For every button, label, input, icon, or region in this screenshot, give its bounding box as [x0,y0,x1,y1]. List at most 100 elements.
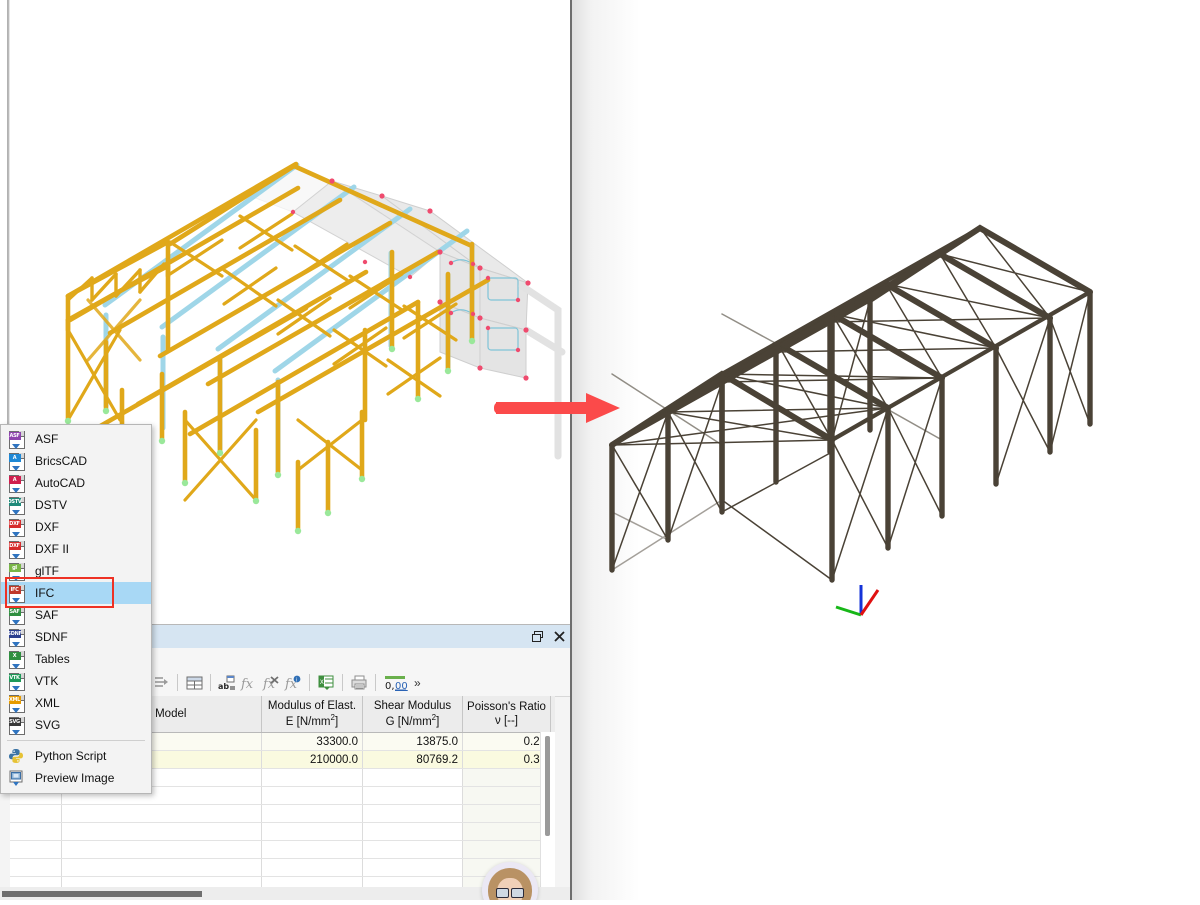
menu-item-asf[interactable]: ASF ASF [1,428,151,450]
table-cell-emod[interactable] [262,787,363,804]
menu-item-svg[interactable]: SVG SVG [1,714,151,736]
menu-item-label: IFC [35,586,55,600]
grid-vertical-scrollbar[interactable] [540,732,555,900]
table-cell-emod[interactable]: 210000.0 [262,751,363,768]
menu-item-label: SAF [35,608,59,622]
printer-icon[interactable] [348,672,370,693]
grid-column-header[interactable]: Shear Modulus G [N/mm2] [363,696,463,732]
menu-item-label: BricsCAD [35,454,88,468]
table-cell-gmod[interactable]: 80769.2 [363,751,463,768]
column-header-line1: Poisson's Ratio [467,700,546,713]
menu-item-label: glTF [35,564,59,578]
menu-item-vtk[interactable]: VTK VTK [1,670,151,692]
table-grid-icon[interactable] [183,672,205,693]
menu-item-python-script[interactable]: Python Script [1,745,151,767]
arrow-right-bars-icon[interactable] [150,672,172,693]
decimal-0-00-icon[interactable]: 0, 00 [381,672,411,693]
table-cell-poisson[interactable] [463,841,551,858]
menu-item-dxf-ii[interactable]: DXF DXF II [1,538,151,560]
menu-item-tables[interactable]: X Tables [1,648,151,670]
left-pane: ab fx fx fx i X 0, 00 » rial Model Modul… [0,0,570,900]
ab-format-icon[interactable]: ab [216,672,238,693]
svg-text:i: i [296,677,297,683]
column-header-line2: E [N/mm2] [285,713,339,728]
table-cell-emod[interactable] [262,823,363,840]
tables-file-icon: X [5,649,27,669]
fx-info-icon[interactable]: fx i [282,672,304,693]
menu-item-dstv[interactable]: DSTV DSTV [1,494,151,516]
menu-item-preview-image[interactable]: Preview Image [1,767,151,789]
menu-item-dxf[interactable]: DXF DXF [1,516,151,538]
close-button[interactable] [548,626,570,648]
menu-item-label: Preview Image [35,771,115,785]
fx-delete-icon[interactable]: fx [260,672,282,693]
table-cell-poisson[interactable]: 0.20 [463,733,551,750]
table-cell-model[interactable] [62,841,262,858]
table-cell-poisson[interactable] [463,805,551,822]
table-cell-gmod[interactable] [363,787,463,804]
saf-file-icon: SAF [5,605,27,625]
table-cell-idx[interactable] [10,859,62,876]
table-cell-emod[interactable] [262,859,363,876]
table-cell-emod[interactable]: 33300.0 [262,733,363,750]
table-cell-emod[interactable] [262,769,363,786]
table-cell-idx[interactable] [10,805,62,822]
table-cell-emod[interactable] [262,841,363,858]
table-cell-gmod[interactable] [363,823,463,840]
table-cell-gmod[interactable]: 13875.0 [363,733,463,750]
menu-item-bricscad[interactable]: A BricsCAD [1,450,151,472]
table-cell-emod[interactable] [262,805,363,822]
table-cell-gmod[interactable] [363,859,463,876]
coordinate-axis-triad [835,585,880,617]
restore-down-button[interactable] [526,626,548,648]
menu-item-ifc[interactable]: IFC IFC [1,582,151,604]
table-row[interactable] [10,859,555,877]
table-cell-poisson[interactable] [463,823,551,840]
excel-icon[interactable]: X [315,672,337,693]
menu-item-label: Python Script [35,749,107,763]
column-header-line1: Modulus of Elast. [267,699,357,712]
xml-file-icon: XML [5,693,27,713]
autocad-file-icon: A [5,473,27,493]
table-cell-model[interactable] [62,805,262,822]
table-cell-idx[interactable] [10,841,62,858]
menu-item-xml[interactable]: XML XML [1,692,151,714]
grid-column-header[interactable]: Modulus of Elast. E [N/mm2] [262,696,363,732]
menu-item-autocad[interactable]: A AutoCAD [1,472,151,494]
svg-text:fx: fx [240,677,254,691]
exported-ifc-viewport[interactable] [570,0,1200,900]
svg-text:X: X [320,679,324,686]
menu-item-sdnf[interactable]: SDNF SDNF [1,626,151,648]
python-icon [5,746,27,766]
fx-icon[interactable]: fx [238,672,260,693]
table-cell-gmod[interactable] [363,805,463,822]
table-row[interactable] [10,841,555,859]
dxf-file-icon: DXF [5,517,27,537]
table-cell-idx[interactable] [10,823,62,840]
table-cell-poisson[interactable] [463,787,551,804]
menu-item-label: AutoCAD [35,476,86,490]
table-cell-model[interactable] [62,823,262,840]
menu-item-label: ASF [35,432,59,446]
sdnf-file-icon: SDNF [5,627,27,647]
menu-item-saf[interactable]: SAF SAF [1,604,151,626]
table-row[interactable] [10,805,555,823]
table-cell-poisson[interactable] [463,769,551,786]
menu-item-label: DSTV [35,498,68,512]
toolbar-overflow-button[interactable]: » [411,676,424,690]
grid-vertical-scroll-thumb[interactable] [545,736,550,836]
table-cell-gmod[interactable] [363,841,463,858]
ifc-model-drawing [609,224,1093,617]
table-row[interactable] [10,823,555,841]
table-cell-gmod[interactable] [363,769,463,786]
table-cell-model[interactable] [62,859,262,876]
export-format-menu[interactable]: ASF ASF A BricsCAD A AutoCAD DSTV DSTV DXF DXF DXF… [0,424,152,794]
svg-text:0,: 0, [385,681,395,691]
grid-horizontal-scroll-thumb[interactable] [2,891,202,897]
table-cell-poisson[interactable]: 0.30 [463,751,551,768]
menu-item-gltf[interactable]: gl glTF [1,560,151,582]
menu-item-label: SVG [35,718,61,732]
preview-image-icon [5,768,27,788]
ifc-file-icon: IFC [5,583,27,603]
grid-column-header[interactable]: Poisson's Ratio ν [--] [463,696,551,732]
